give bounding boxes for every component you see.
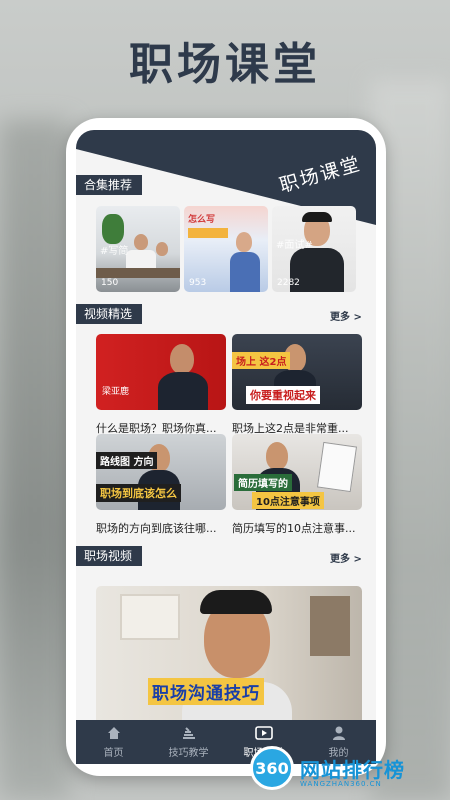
plant-decoration <box>102 214 124 244</box>
person-figure <box>236 232 252 252</box>
table-surface <box>96 268 180 278</box>
overlay-subtitle: 10点注意事项 <box>252 492 324 509</box>
tab-label: 首页 <box>103 748 124 759</box>
featured-large-video[interactable]: 职场沟通技巧 <box>96 586 362 720</box>
videos-more-link[interactable]: 更多 > <box>330 550 362 565</box>
featured-video-4[interactable]: 简历填写的 10点注意事项 <box>232 434 362 510</box>
collection-tag: #面试# <box>276 240 313 251</box>
tab-home[interactable]: 首页 <box>76 720 151 764</box>
background-blur-left <box>0 120 70 800</box>
view-count: 2282 <box>277 278 300 288</box>
speaker-name: 梁亚鹿 <box>102 387 130 397</box>
section-label-videos: 职场视频 <box>76 546 143 566</box>
featured-video-3[interactable]: 路线图 方向 职场到底该怎么 <box>96 434 226 510</box>
collection-card-3[interactable]: #面试# 2282 <box>272 206 356 292</box>
watermark-sub: WANGZHAN360.CN <box>300 780 382 788</box>
overlay-title: 路线图 方向 <box>96 452 158 469</box>
tab-skills[interactable]: 技巧教学 <box>151 720 226 764</box>
view-count: 953 <box>189 278 207 288</box>
wall-frame <box>120 594 180 640</box>
video-banner-text: 职场沟通技巧 <box>148 678 264 705</box>
resume-paper <box>316 441 358 493</box>
person-body <box>158 372 208 410</box>
card-headline: 怎么写 <box>188 215 216 225</box>
person-hair <box>200 590 272 614</box>
person-figure <box>266 442 288 470</box>
home-icon <box>107 727 120 739</box>
person-figure <box>170 344 194 374</box>
section-label-featured: 视频精选 <box>76 304 143 324</box>
collection-tag: #写简 <box>100 246 129 257</box>
person-body <box>230 252 260 292</box>
overlay-subtitle: 职场到底该怎么 <box>96 484 181 502</box>
collection-card-1[interactable]: #写简 150 <box>96 206 180 292</box>
featured-more-link[interactable]: 更多 > <box>330 308 362 323</box>
watermark-name: 网站排行榜 <box>300 757 405 782</box>
bookshelf <box>310 596 350 656</box>
app-screen: 职场课堂 合集推荐 #写简 150 怎么写 953 #面试# 2282 视频精选… <box>76 130 376 764</box>
card-highlight <box>188 228 228 238</box>
overlay-title: 场上 这2点 <box>232 352 291 369</box>
person-figure <box>134 234 148 250</box>
overlay-title: 简历填写的 <box>234 474 292 491</box>
collection-card-2[interactable]: 怎么写 953 <box>184 206 268 292</box>
section-label-collections: 合集推荐 <box>76 175 143 195</box>
person-hair <box>302 212 332 222</box>
user-icon <box>332 726 345 740</box>
overlay-subtitle: 你要重视起来 <box>246 386 320 404</box>
featured-video-1[interactable]: 梁亚鹿 <box>96 334 226 410</box>
featured-video-2[interactable]: 场上 这2点 你要重视起来 <box>232 334 362 410</box>
skills-icon <box>182 727 195 739</box>
person-figure <box>156 242 168 256</box>
video-caption[interactable]: 职场的方向到底该往哪... <box>96 520 226 536</box>
video-caption[interactable]: 简历填写的10点注意事... <box>232 520 362 536</box>
promo-title: 职场课堂 <box>129 39 321 90</box>
video-icon <box>254 726 273 740</box>
tab-label: 技巧教学 <box>168 748 209 759</box>
view-count: 150 <box>101 278 119 288</box>
phone-frame: 职场课堂 合集推荐 #写简 150 怎么写 953 #面试# 2282 视频精选… <box>66 118 386 776</box>
watermark-logo: 360 网站排行榜 WANGZHAN360.CN <box>250 746 405 790</box>
watermark-badge: 360 <box>250 746 294 790</box>
